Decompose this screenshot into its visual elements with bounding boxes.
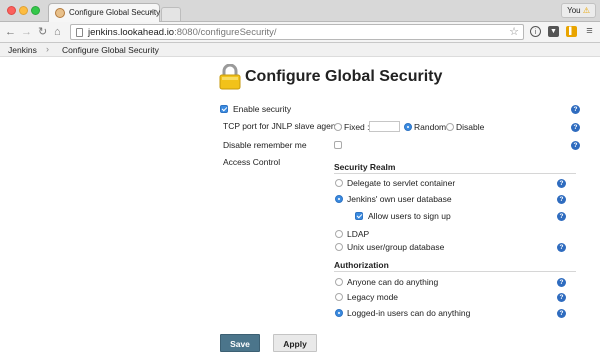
- window-minimize-button[interactable]: [19, 6, 28, 15]
- jnlp-disable-label: Disable: [456, 122, 485, 132]
- enable-security-help-icon[interactable]: ?: [571, 105, 580, 114]
- auth-legacy-label: Legacy mode: [347, 292, 399, 302]
- page-title: Configure Global Security: [245, 68, 443, 85]
- realm-unix-help-icon[interactable]: ?: [557, 243, 566, 252]
- realm-unix-label: Unix user/group database: [347, 242, 445, 252]
- breadcrumb-separator-icon: ›: [46, 44, 49, 54]
- menu-icon[interactable]: ≡: [584, 26, 595, 37]
- jnlp-random-label: Random: [414, 122, 447, 132]
- section-divider: [334, 271, 576, 272]
- realm-ldap-radio[interactable]: [335, 230, 343, 238]
- enable-security-label: Enable security: [233, 104, 292, 114]
- breadcrumb-configure-security[interactable]: Configure Global Security: [62, 45, 159, 55]
- disable-remember-me-help-icon[interactable]: ?: [571, 141, 580, 150]
- tab-title: Configure Global Security: [69, 8, 161, 17]
- window-close-button[interactable]: [7, 6, 16, 15]
- enable-security-checkbox[interactable]: [220, 105, 228, 113]
- jnlp-port-help-icon[interactable]: ?: [571, 123, 580, 132]
- bookmark-star-icon[interactable]: ☆: [509, 25, 519, 38]
- access-control-label: Access Control: [223, 157, 281, 167]
- reload-icon[interactable]: ↻: [38, 25, 47, 39]
- jnlp-fixed-radio[interactable]: [334, 123, 342, 131]
- allow-signup-help-icon[interactable]: ?: [557, 212, 566, 221]
- address-bar[interactable]: jenkins.lookahead.io:8080/configureSecur…: [70, 24, 524, 40]
- disable-remember-me-label: Disable remember me: [223, 140, 307, 150]
- realm-ldap-label: LDAP: [347, 229, 370, 239]
- auth-legacy-help-icon[interactable]: ?: [557, 293, 566, 302]
- jnlp-fixed-label: Fixed :: [344, 122, 370, 132]
- browser-toolbar: ← → ↻ ⌂ jenkins.lookahead.io:8080/config…: [0, 22, 600, 43]
- info-extension-icon[interactable]: i: [530, 26, 541, 37]
- save-button[interactable]: Save: [220, 334, 260, 352]
- realm-unix-radio[interactable]: [335, 243, 343, 251]
- section-divider: [334, 173, 576, 174]
- window-zoom-button[interactable]: [31, 6, 40, 15]
- jnlp-port-label: TCP port for JNLP slave agents: [223, 121, 343, 131]
- breadcrumb-jenkins[interactable]: Jenkins: [8, 45, 37, 55]
- url-host: jenkins.lookahead.io: [88, 27, 175, 38]
- realm-jenkins-db-radio[interactable]: [335, 195, 343, 203]
- home-icon[interactable]: ⌂: [54, 25, 61, 39]
- allow-signup-checkbox[interactable]: [355, 212, 363, 220]
- realm-servlet-help-icon[interactable]: ?: [557, 179, 566, 188]
- auth-logged-in-radio[interactable]: [335, 309, 343, 317]
- forward-arrow-icon[interactable]: →: [21, 25, 32, 39]
- authorization-heading: Authorization: [334, 260, 389, 270]
- warning-icon: ⚠: [582, 6, 590, 15]
- allow-signup-label: Allow users to sign up: [368, 211, 451, 221]
- new-tab-button[interactable]: [161, 7, 181, 21]
- apply-button[interactable]: Apply: [273, 334, 317, 352]
- jenkins-favicon-icon: [55, 8, 65, 18]
- auth-anyone-help-icon[interactable]: ?: [557, 278, 566, 287]
- realm-jenkins-db-help-icon[interactable]: ?: [557, 195, 566, 204]
- disable-remember-me-checkbox[interactable]: [334, 141, 342, 149]
- jnlp-fixed-port-input[interactable]: [369, 121, 400, 132]
- auth-logged-in-help-icon[interactable]: ?: [557, 309, 566, 318]
- realm-servlet-radio[interactable]: [335, 179, 343, 187]
- tab-close-icon[interactable]: ×: [149, 7, 154, 17]
- url-text: jenkins.lookahead.io:8080/configureSecur…: [88, 27, 277, 38]
- auth-anyone-label: Anyone can do anything: [347, 277, 439, 287]
- back-arrow-icon[interactable]: ←: [5, 25, 16, 39]
- profile-name: You: [567, 6, 581, 15]
- jnlp-random-radio[interactable]: [404, 123, 412, 131]
- breadcrumb: Jenkins › Configure Global Security: [0, 43, 600, 57]
- security-realm-heading: Security Realm: [334, 162, 396, 172]
- browser-tab[interactable]: Configure Global Security ×: [48, 3, 160, 22]
- extension-icon[interactable]: ▌: [566, 26, 577, 37]
- auth-anyone-radio[interactable]: [335, 278, 343, 286]
- auth-legacy-radio[interactable]: [335, 293, 343, 301]
- pocket-extension-icon[interactable]: ▼: [548, 26, 559, 37]
- jnlp-disable-radio[interactable]: [446, 123, 454, 131]
- realm-servlet-label: Delegate to servlet container: [347, 178, 456, 188]
- url-path: :8080/configureSecurity/: [174, 27, 277, 38]
- padlock-icon: [219, 64, 241, 90]
- profile-button[interactable]: You ⚠: [561, 3, 596, 18]
- auth-logged-in-label: Logged-in users can do anything: [347, 308, 471, 318]
- page-icon: [76, 28, 83, 37]
- realm-jenkins-db-label: Jenkins' own user database: [347, 194, 452, 204]
- browser-tab-bar: Configure Global Security × You ⚠: [0, 0, 600, 22]
